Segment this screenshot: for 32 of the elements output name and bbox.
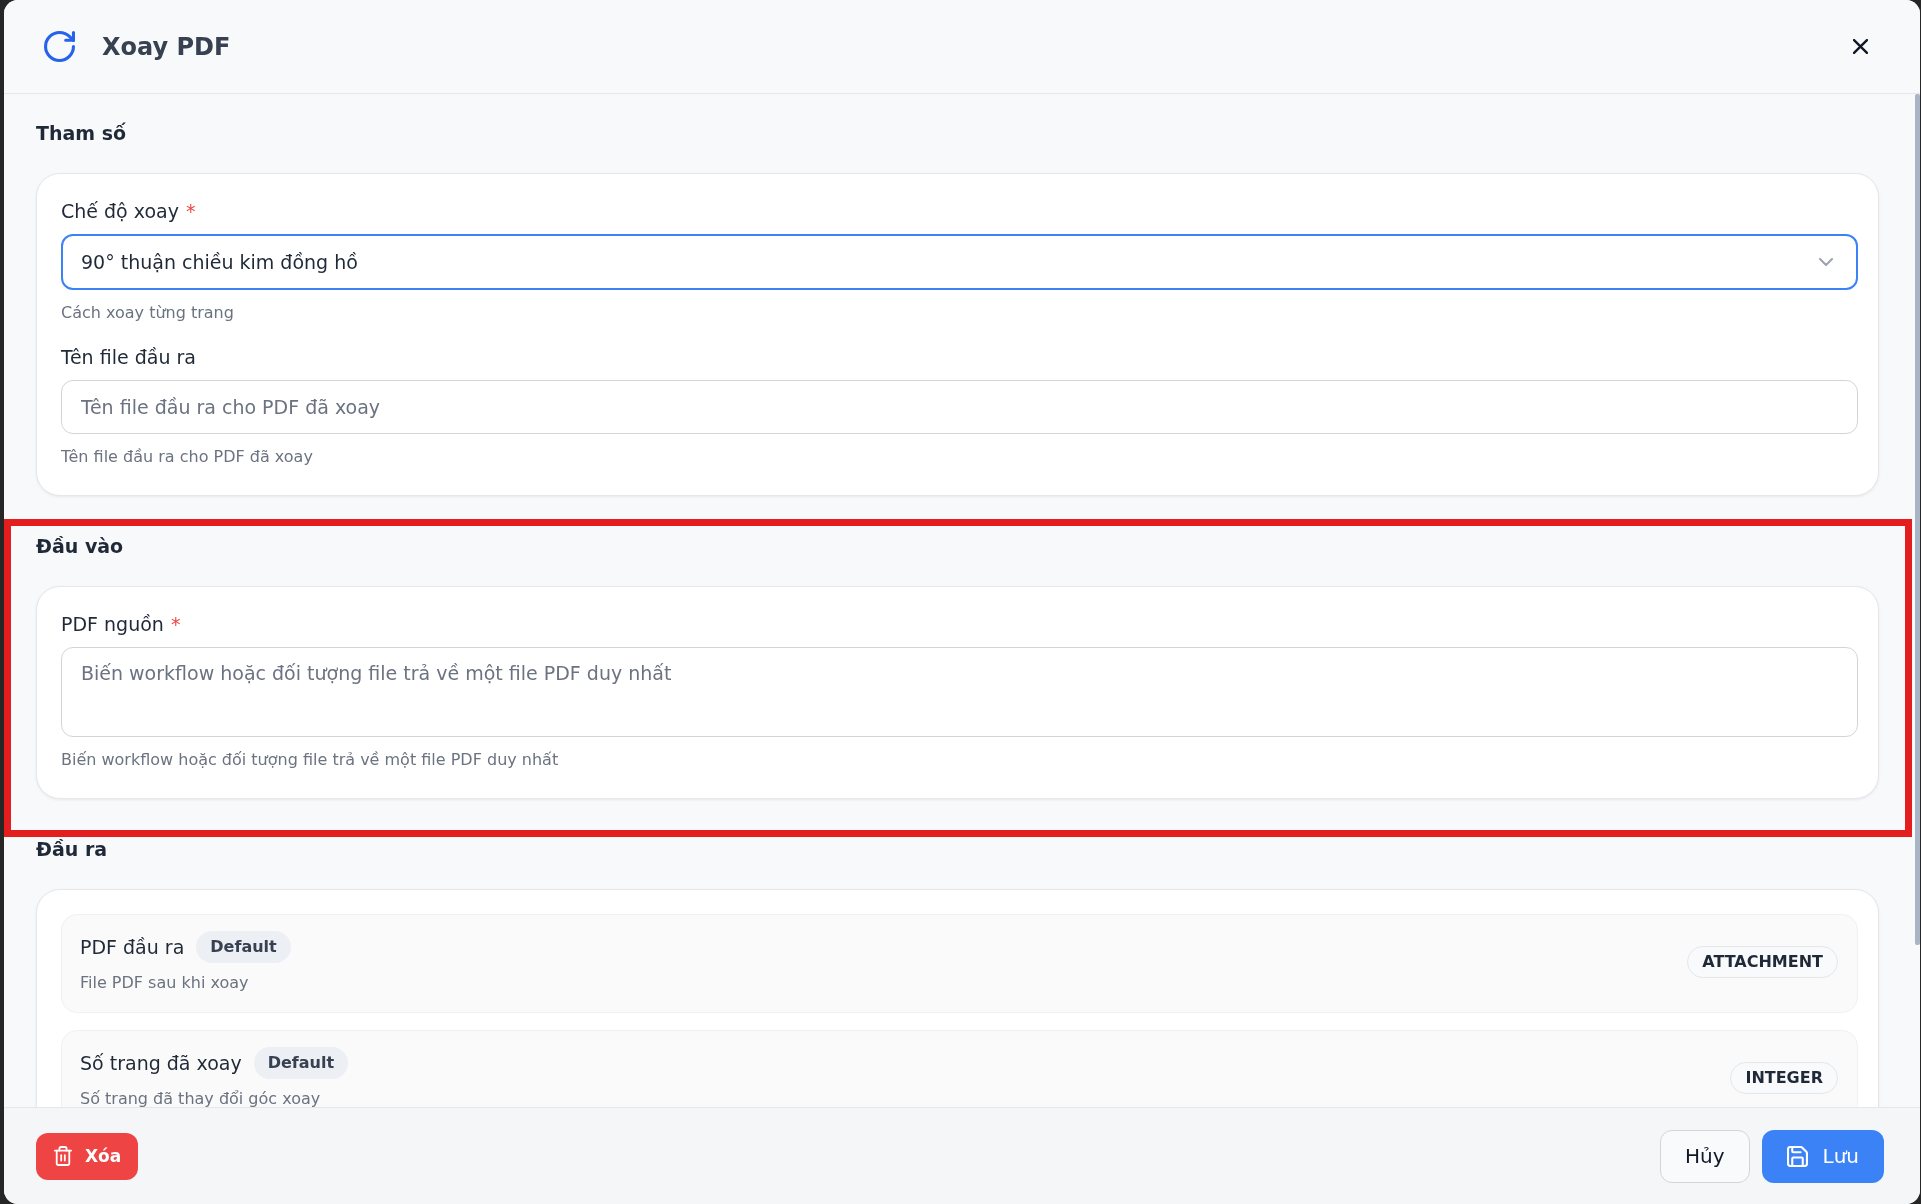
section-title: Tham số: [36, 121, 128, 145]
delete-button[interactable]: Xóa: [36, 1132, 139, 1180]
output-name: PDF đầu ra: [80, 936, 185, 958]
field-label: Chế độ xoay: [61, 199, 179, 223]
scrollbar-thumb[interactable]: [1915, 94, 1920, 945]
save-icon: [1786, 1145, 1808, 1167]
type-badge: ATTACHMENT: [1687, 946, 1838, 978]
text-input[interactable]: Tên file đầu ra cho PDF đã xoay: [61, 380, 1858, 434]
trash-icon: [54, 1146, 72, 1166]
help-text: Biến workflow hoặc đối tượng file trả về một file PDF duy nhất: [61, 750, 560, 770]
field-label: PDF nguồn: [61, 612, 164, 636]
field-label: Tên file đầu ra: [61, 345, 196, 369]
section-title: Đầu vào: [36, 534, 125, 558]
cancel-button[interactable]: Hủy: [1659, 1129, 1750, 1183]
type-badge: INTEGER: [1730, 1062, 1838, 1094]
help-text: Tên file đầu ra cho PDF đã xoay: [61, 447, 314, 467]
textarea-field[interactable]: Biến workflow hoặc đối tượng file trả về một file PDF duy nhất: [61, 647, 1858, 737]
output-description: Số trang đã thay đổi góc xoay: [80, 1089, 322, 1107]
default-badge: Default: [253, 1047, 349, 1079]
chevron-down-icon: [1819, 258, 1833, 266]
select-field[interactable]: 90° thuận chiều kim đồng hồ: [61, 234, 1858, 290]
output-description: File PDF sau khi xoay: [80, 973, 250, 993]
close-icon: [1852, 39, 1868, 54]
required-asterisk: *: [185, 199, 196, 223]
save-button[interactable]: Lưu: [1761, 1129, 1884, 1183]
required-asterisk: *: [170, 612, 181, 636]
help-text: Cách xoay từng trang: [61, 303, 235, 323]
circular-arrow-icon: [44, 31, 75, 62]
output-name: Số trang đã xoay: [80, 1052, 242, 1074]
dialog-title: Xoay PDF: [102, 32, 231, 61]
section-title: Đầu ra: [36, 837, 109, 861]
default-badge: Default: [196, 931, 291, 963]
